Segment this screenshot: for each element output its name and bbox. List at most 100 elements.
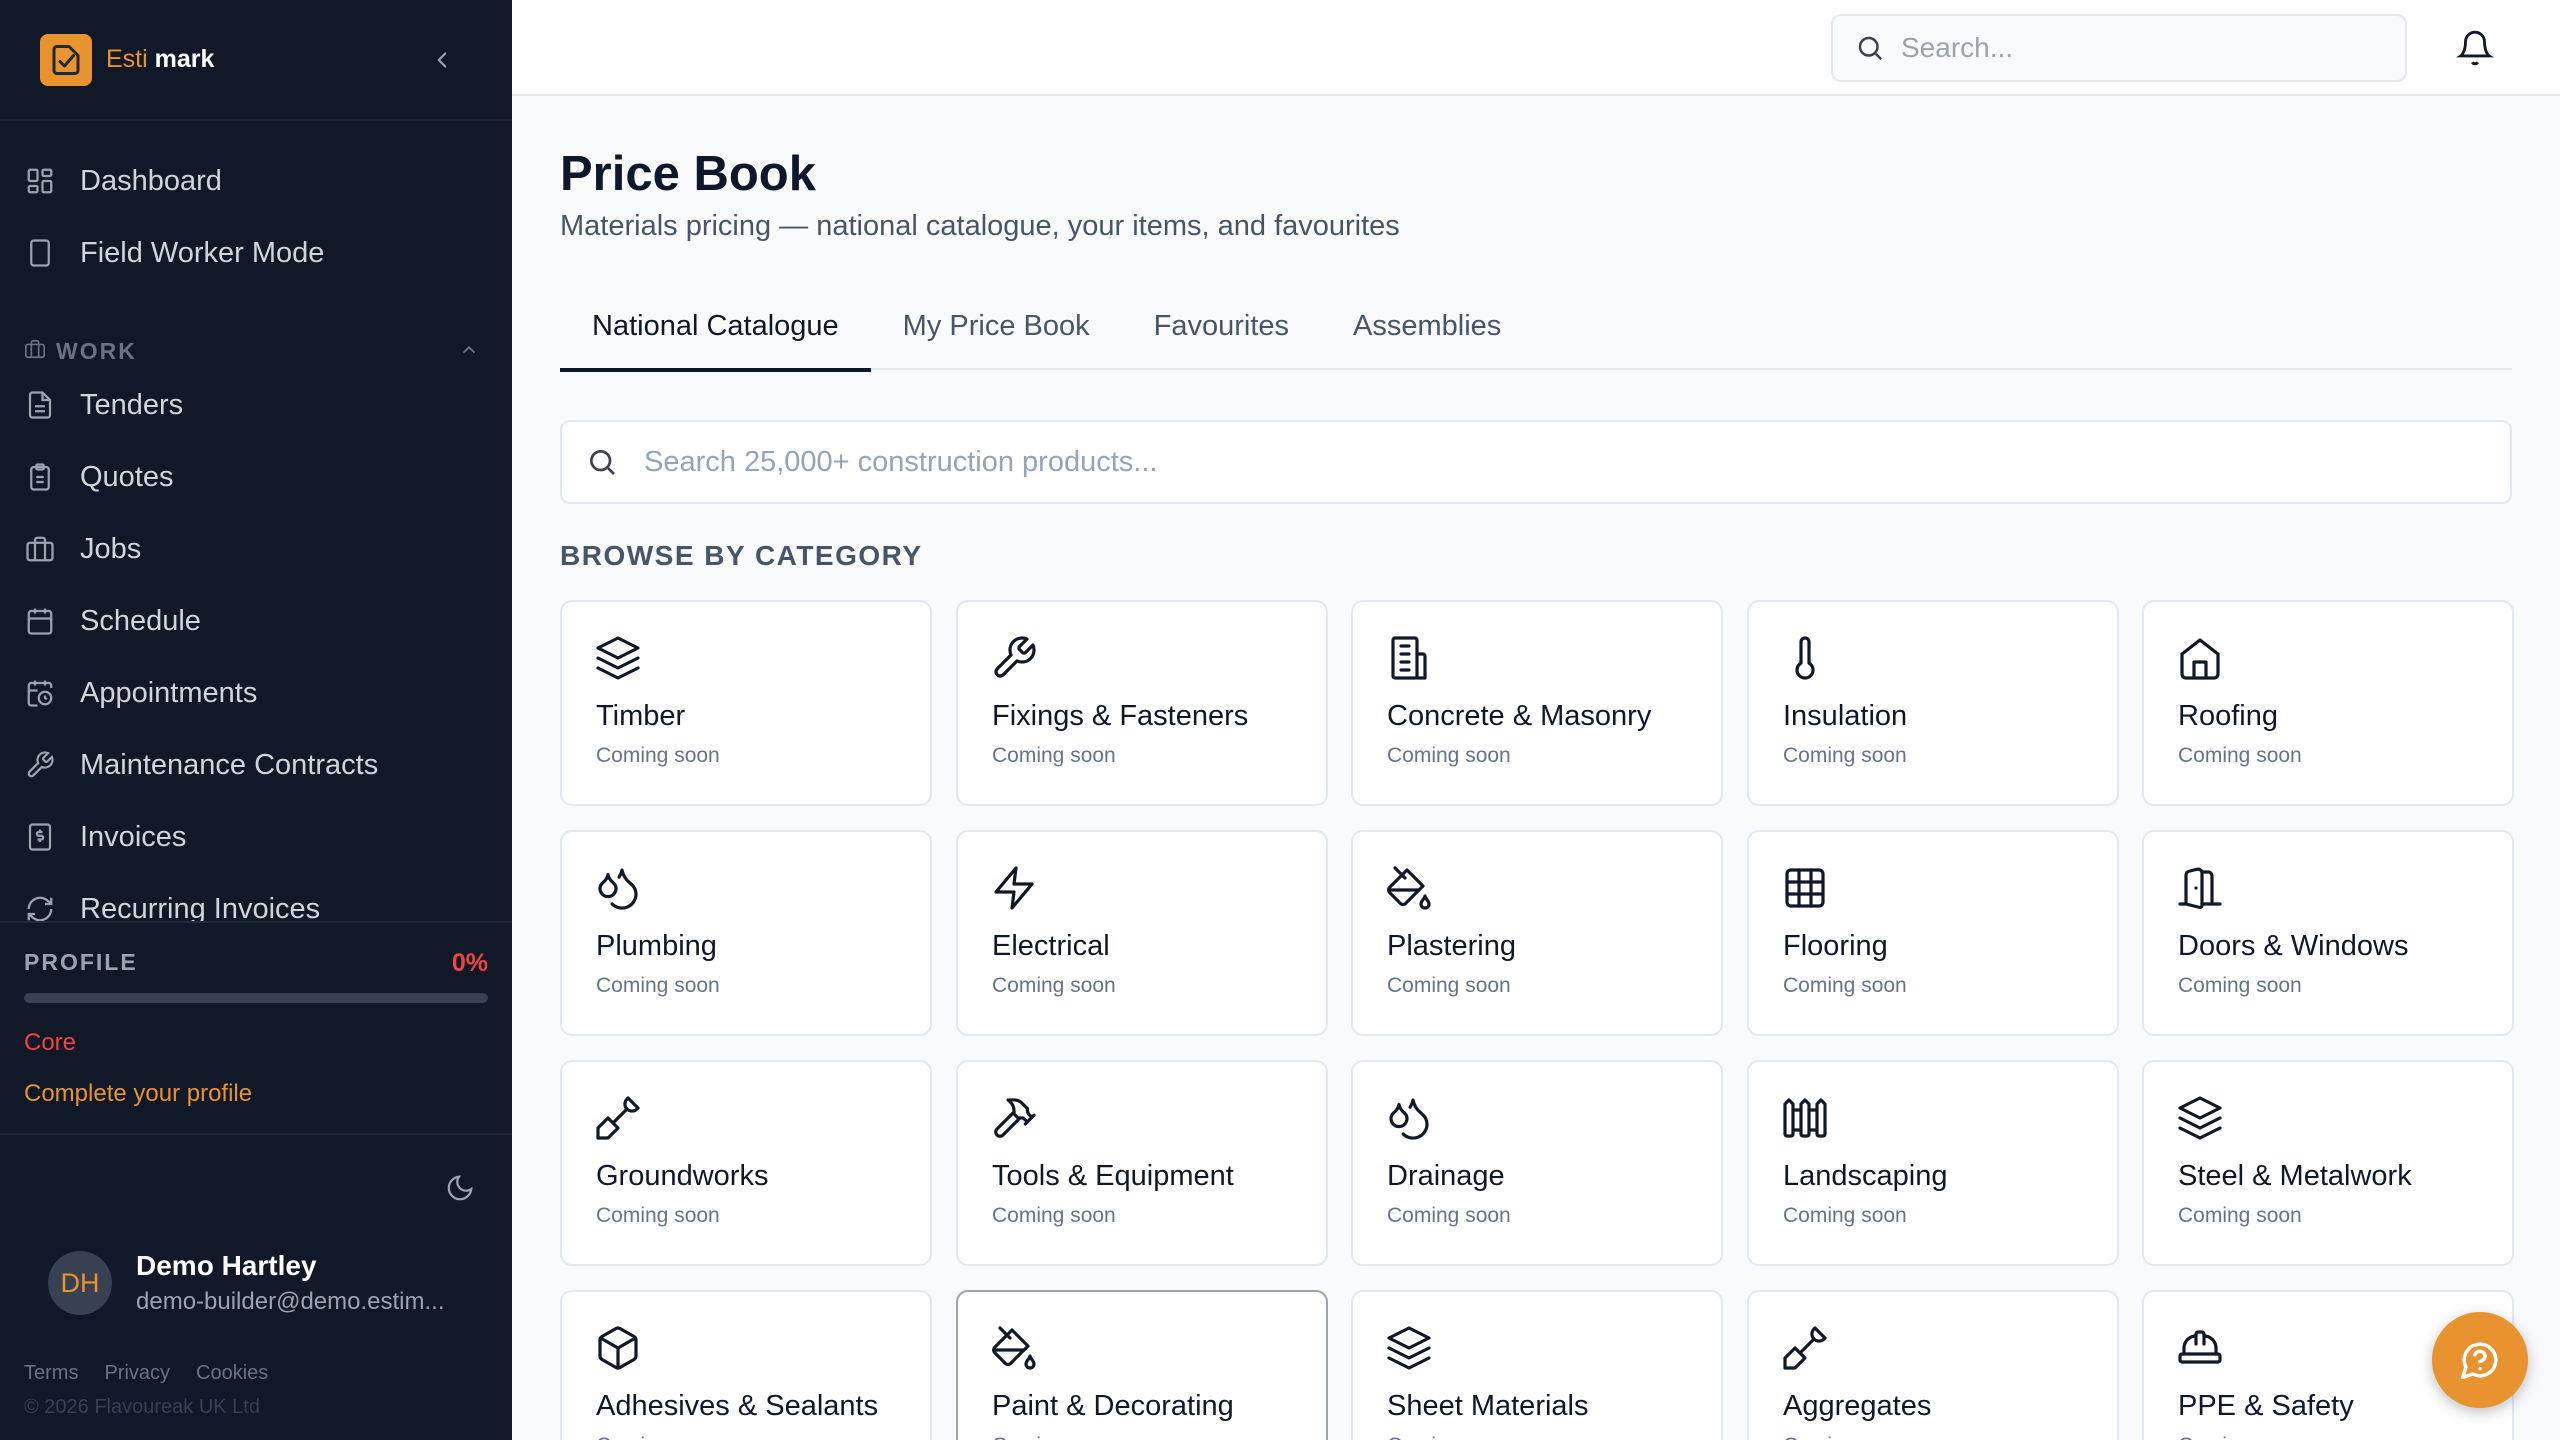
- privacy-link[interactable]: Privacy: [104, 1362, 170, 1385]
- category-name: Adhesives & Sealants: [596, 1390, 879, 1422]
- tab-national-catalogue[interactable]: National Catalogue: [560, 282, 871, 372]
- section-work-toggle[interactable]: WORK: [24, 331, 488, 371]
- user-email: demo-builder@demo.estim...: [136, 1288, 445, 1315]
- category-name: Electrical: [992, 930, 1110, 962]
- category-status: Coming soon: [992, 744, 1116, 767]
- price-book-tabs: National Catalogue My Price Book Favouri…: [560, 282, 2512, 372]
- category-name: Insulation: [1783, 700, 1908, 732]
- category-card-groundworks[interactable]: Groundworks Coming soon: [560, 1060, 932, 1266]
- product-search[interactable]: [560, 420, 2512, 504]
- category-card-plastering[interactable]: Plastering Coming soon: [1351, 830, 1723, 1036]
- avatar: DH: [48, 1251, 112, 1315]
- category-name: Plumbing: [596, 930, 717, 962]
- category-status: Coming soon: [1783, 1204, 1907, 1227]
- category-status: Coming soon: [1783, 974, 1907, 997]
- category-card-sheet-materials[interactable]: Sheet Materials Coming soon: [1351, 1290, 1723, 1440]
- page-subtitle: Materials pricing — national catalogue, …: [560, 210, 1400, 242]
- help-chat-button[interactable]: [2432, 1312, 2528, 1408]
- tab-favourites[interactable]: Favourites: [1122, 282, 1321, 370]
- category-name: Concrete & Masonry: [1387, 700, 1652, 732]
- tab-my-price-book[interactable]: My Price Book: [871, 282, 1122, 370]
- terms-link[interactable]: Terms: [24, 1362, 78, 1385]
- category-name: Drainage: [1387, 1160, 1505, 1192]
- droplets-icon: [594, 864, 642, 912]
- user-name: Demo Hartley: [136, 1250, 317, 1281]
- collapse-sidebar-button[interactable]: [424, 42, 460, 78]
- layers-icon: [1385, 1324, 1433, 1372]
- dashboard-icon: [24, 165, 56, 197]
- category-card-plumbing[interactable]: Plumbing Coming soon: [560, 830, 932, 1036]
- category-card-steel-and-metalwork[interactable]: Steel & Metalwork Coming soon: [2142, 1060, 2514, 1266]
- page-title: Price Book: [560, 147, 816, 201]
- complete-profile-link[interactable]: Complete your profile: [24, 1080, 252, 1108]
- profile-tier: Core: [24, 1029, 77, 1056]
- category-card-drainage[interactable]: Drainage Coming soon: [1351, 1060, 1723, 1266]
- category-name: Fixings & Fasteners: [992, 700, 1249, 732]
- tab-assemblies[interactable]: Assemblies: [1321, 282, 1533, 370]
- box-icon: [594, 1324, 642, 1372]
- category-status: Coming soon: [1783, 744, 1907, 767]
- category-card-insulation[interactable]: Insulation Coming soon: [1747, 600, 2119, 806]
- global-search-input[interactable]: [1901, 32, 2381, 64]
- category-status: Coming soon: [1387, 974, 1511, 997]
- category-card-paint-and-decorating[interactable]: Paint & Decorating Coming soon: [956, 1290, 1328, 1440]
- layers-icon: [594, 634, 642, 682]
- category-card-doors-and-windows[interactable]: Doors & Windows Coming soon: [2142, 830, 2514, 1036]
- category-card-aggregates[interactable]: Aggregates Coming soon: [1747, 1290, 2119, 1440]
- sidebar-item-invoices[interactable]: Invoices: [24, 809, 186, 865]
- sidebar-item-label: Invoices: [80, 820, 187, 853]
- sidebar-item-appointments[interactable]: Appointments: [24, 665, 257, 721]
- layers-icon: [2176, 1094, 2224, 1142]
- document-icon: [24, 389, 56, 421]
- sidebar-item-dashboard[interactable]: Dashboard: [24, 153, 222, 209]
- category-card-timber[interactable]: Timber Coming soon: [560, 600, 932, 806]
- category-name: Paint & Decorating: [992, 1390, 1234, 1422]
- bell-icon: [2456, 30, 2494, 66]
- sidebar-item-recurring-invoices[interactable]: Recurring Invoices: [24, 881, 320, 921]
- category-name: Roofing: [2178, 700, 2278, 732]
- invoice-icon: [24, 821, 56, 853]
- category-card-concrete-and-masonry[interactable]: Concrete & Masonry Coming soon: [1351, 600, 1723, 806]
- sidebar-item-label: Field Worker Mode: [80, 236, 325, 269]
- category-status: Coming soon: [596, 1434, 720, 1440]
- cookies-link[interactable]: Cookies: [196, 1362, 268, 1385]
- category-card-roofing[interactable]: Roofing Coming soon: [2142, 600, 2514, 806]
- user-menu[interactable]: DH Demo Hartley demo-builder@demo.estim.…: [48, 1250, 476, 1316]
- category-card-flooring[interactable]: Flooring Coming soon: [1747, 830, 2119, 1036]
- house-icon: [2176, 634, 2224, 682]
- phone-icon: [24, 237, 56, 269]
- search-icon: [590, 450, 615, 475]
- category-card-tools-and-equipment[interactable]: Tools & Equipment Coming soon: [956, 1060, 1328, 1266]
- category-card-adhesives-and-sealants[interactable]: Adhesives & Sealants Coming soon: [560, 1290, 932, 1440]
- category-status: Coming soon: [1387, 744, 1511, 767]
- sidebar-item-jobs[interactable]: Jobs: [24, 521, 141, 577]
- paint-bucket-icon: [1385, 864, 1433, 912]
- category-status: Coming soon: [2178, 744, 2302, 767]
- brand-name: Esti mark: [106, 45, 215, 73]
- sidebar-item-label: Dashboard: [80, 164, 222, 197]
- category-card-landscaping[interactable]: Landscaping Coming soon: [1747, 1060, 2119, 1266]
- global-search[interactable]: [1831, 14, 2407, 82]
- category-status: Coming soon: [2178, 1204, 2302, 1227]
- sidebar-item-field-worker-mode[interactable]: Field Worker Mode: [24, 225, 324, 281]
- theme-toggle-button[interactable]: [440, 1168, 480, 1208]
- category-status: Coming soon: [992, 1434, 1116, 1440]
- profile-progress-bar: [24, 993, 488, 1003]
- shovel-icon: [1781, 1324, 1829, 1372]
- category-card-fixings-and-fasteners[interactable]: Fixings & Fasteners Coming soon: [956, 600, 1328, 806]
- sidebar-item-label: Maintenance Contracts: [80, 748, 379, 781]
- sidebar-item-schedule[interactable]: Schedule: [24, 593, 201, 649]
- sidebar-item-quotes[interactable]: Quotes: [24, 449, 174, 505]
- category-status: Coming soon: [1387, 1204, 1511, 1227]
- sidebar-item-maintenance-contracts[interactable]: Maintenance Contracts: [24, 737, 378, 793]
- browse-category-heading: BROWSE BY CATEGORY: [560, 540, 923, 571]
- product-search-input[interactable]: [644, 445, 2444, 479]
- sidebar-item-label: Schedule: [80, 604, 201, 637]
- category-card-electrical[interactable]: Electrical Coming soon: [956, 830, 1328, 1036]
- lightning-icon: [990, 864, 1038, 912]
- sidebar-nav: Dashboard Field Worker Mode WORK Tenders…: [0, 121, 512, 921]
- hammer-icon: [990, 1094, 1038, 1142]
- notifications-button[interactable]: [2453, 26, 2497, 70]
- chevron-up-icon: [458, 339, 480, 366]
- sidebar-item-tenders[interactable]: Tenders: [24, 377, 183, 433]
